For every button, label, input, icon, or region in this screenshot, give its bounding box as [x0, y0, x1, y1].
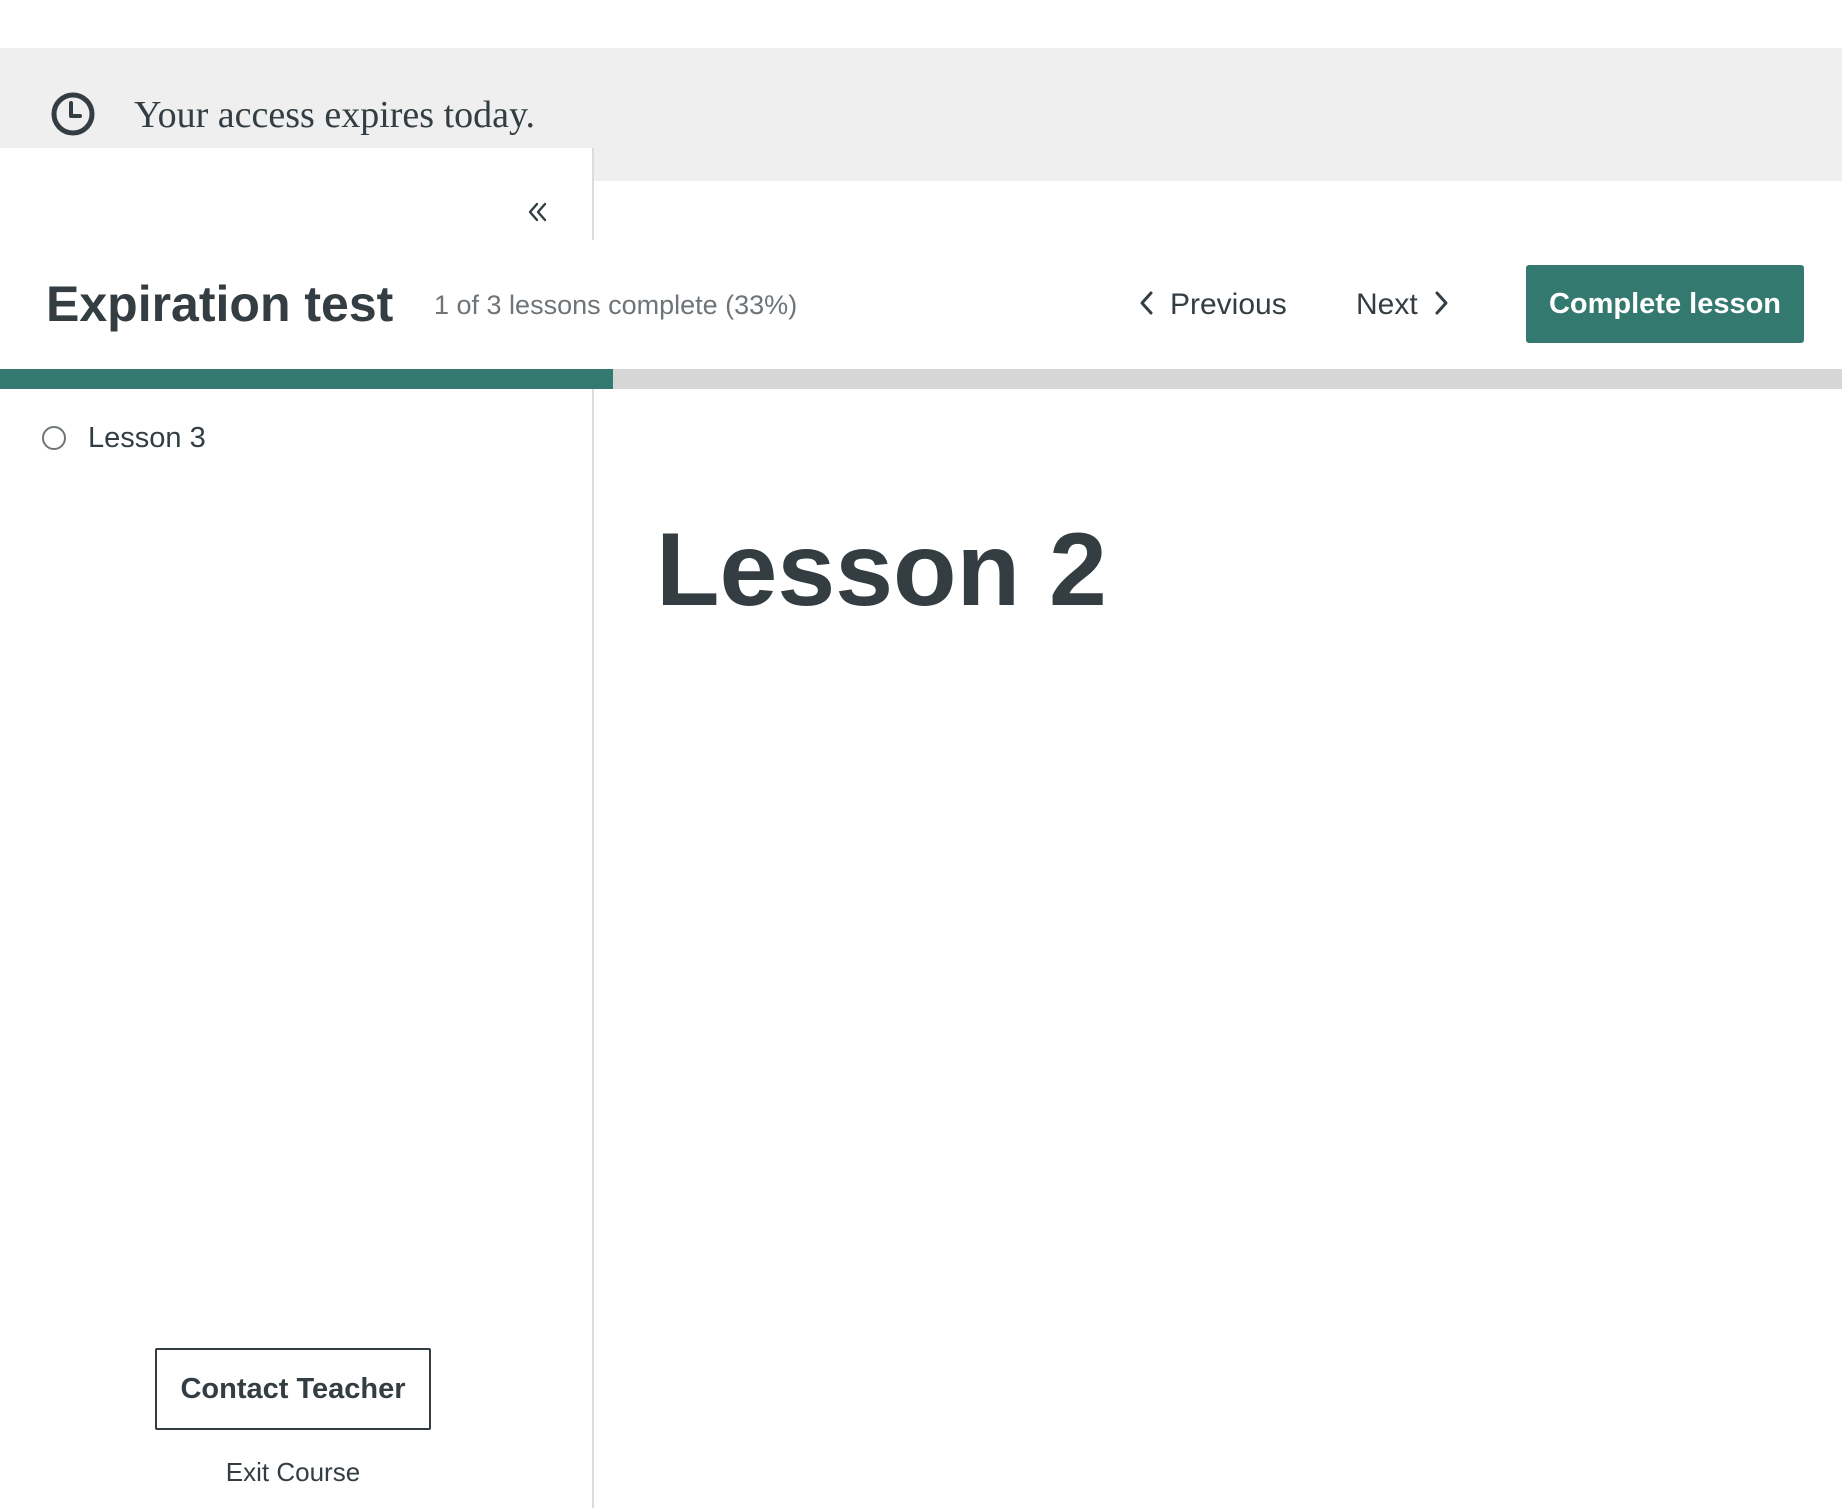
collapse-sidebar-button[interactable]	[518, 194, 558, 234]
complete-lesson-button[interactable]: Complete lesson	[1526, 265, 1804, 343]
lesson-title: Lesson 2	[656, 512, 1107, 628]
next-lesson-button[interactable]: Next	[1356, 282, 1450, 328]
sidebar-lesson-item[interactable]: Lesson 3	[42, 418, 206, 458]
course-title: Expiration test	[46, 276, 394, 332]
chevron-right-icon	[1432, 288, 1450, 323]
chevron-left-icon	[1138, 288, 1156, 323]
sidebar-divider	[592, 389, 594, 1508]
access-notice-text: Your access expires today.	[134, 94, 536, 136]
next-label: Next	[1356, 288, 1418, 321]
course-progress-fill	[0, 369, 614, 389]
clock-icon	[50, 91, 96, 137]
previous-lesson-button[interactable]: Previous	[1138, 282, 1287, 328]
course-page: Your access expires today. Expiration te…	[0, 0, 1842, 1508]
sidebar-top	[0, 148, 592, 240]
contact-teacher-button[interactable]: Contact Teacher	[155, 1348, 431, 1430]
sidebar-lesson-label: Lesson 3	[88, 422, 206, 454]
course-progress-bar	[0, 369, 1842, 389]
double-chevron-left-icon	[526, 200, 550, 229]
lesson-status-circle-icon	[42, 426, 66, 450]
access-notice-bar-extension	[594, 148, 1842, 181]
exit-course-link[interactable]: Exit Course	[155, 1455, 431, 1489]
course-progress-text: 1 of 3 lessons complete (33%)	[434, 290, 798, 320]
previous-label: Previous	[1170, 288, 1287, 321]
sidebar-divider-top	[592, 148, 594, 240]
top-strip	[0, 0, 1842, 48]
